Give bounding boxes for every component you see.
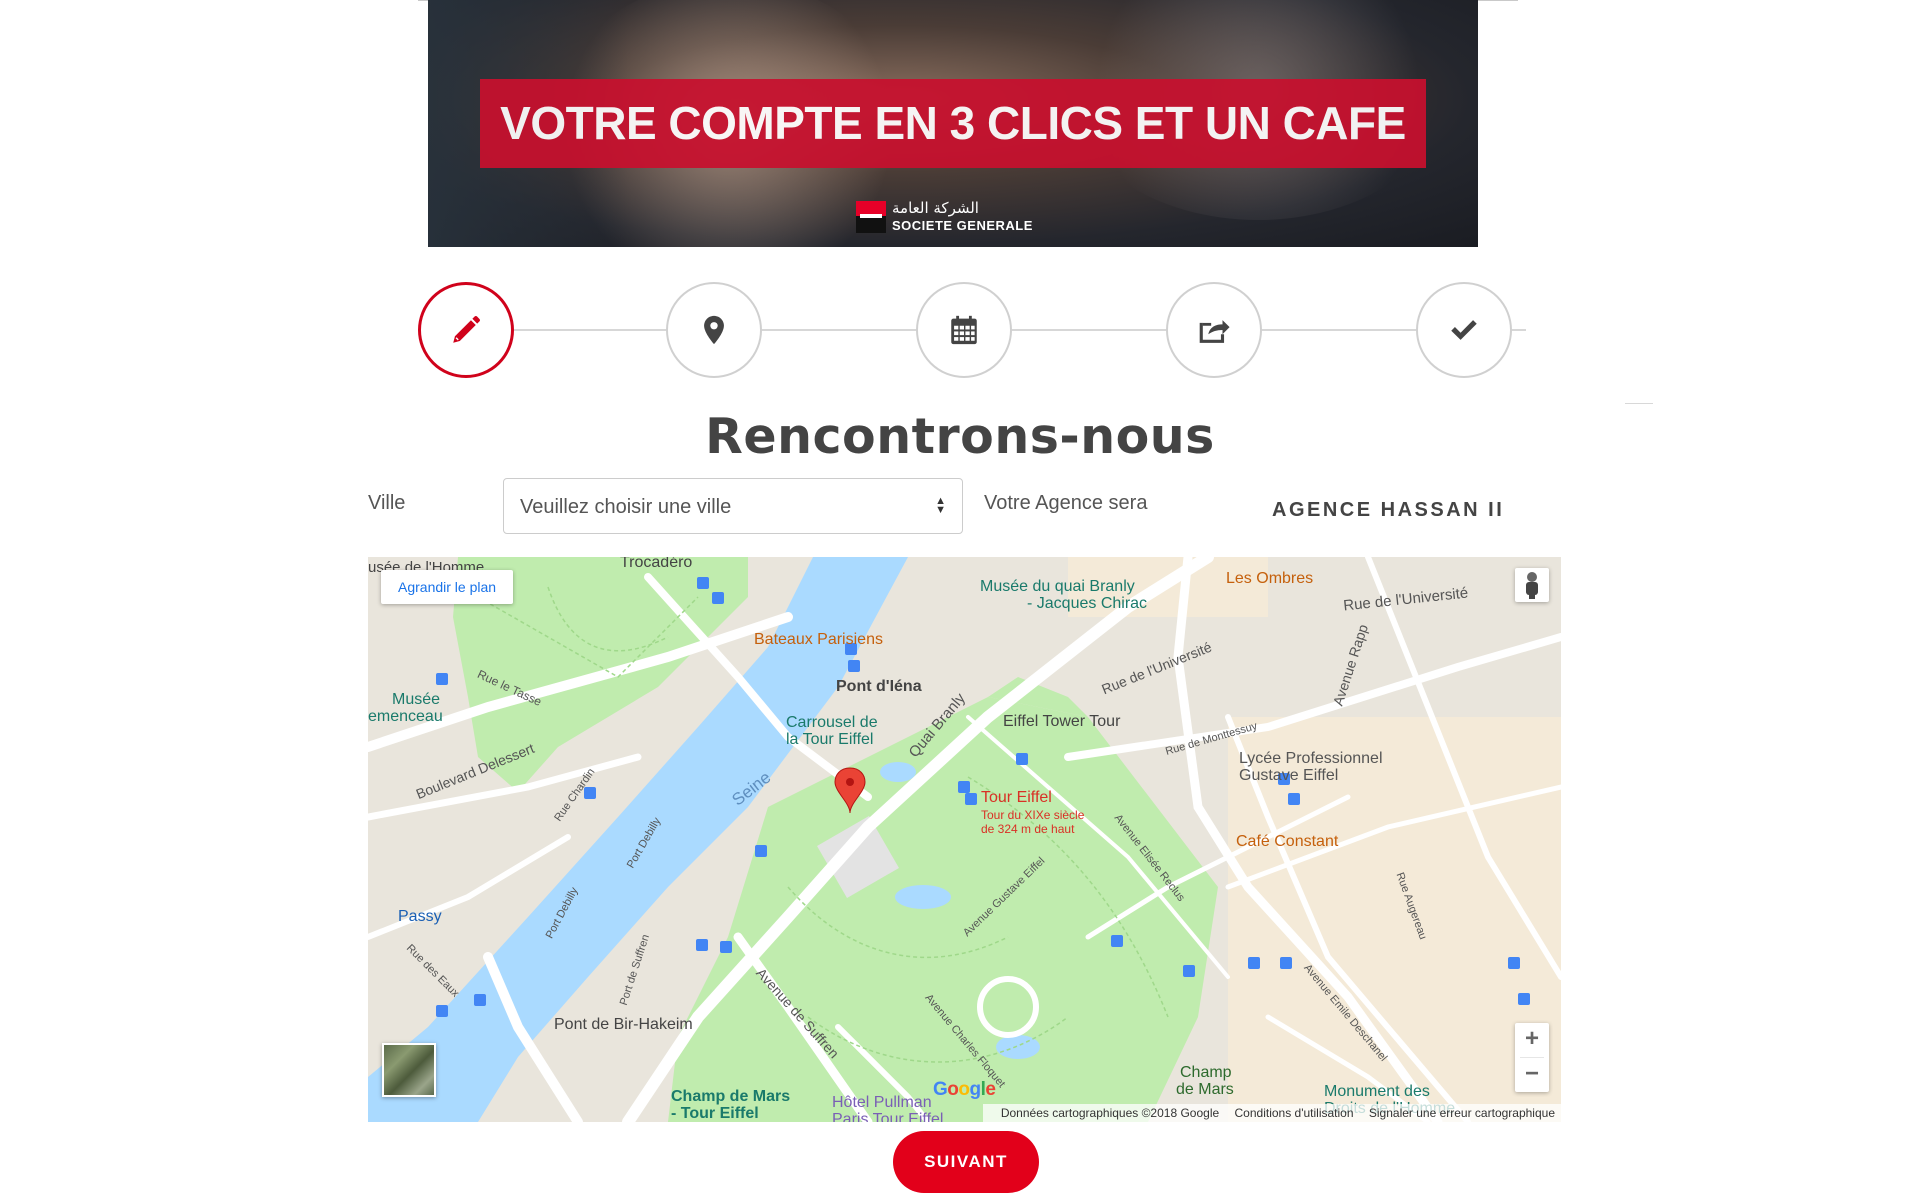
map-label: - Tour Eiffel xyxy=(671,1105,759,1122)
map-label: Musée xyxy=(392,691,441,708)
map-label: Lycée Professionnel xyxy=(1239,750,1383,767)
step-connector xyxy=(512,329,666,331)
select-arrows-icon: ▲ ▼ xyxy=(935,495,946,516)
societe-generale-logo-mark xyxy=(856,201,886,233)
street-view-pegman-icon[interactable] xyxy=(1515,568,1549,602)
brand-name: SOCIETE GENERALE xyxy=(892,218,1033,233)
zoom-out-button[interactable]: − xyxy=(1515,1058,1549,1092)
map-label: Gustave Eiffel xyxy=(1239,767,1339,784)
progress-steps xyxy=(416,282,1526,378)
step-connector xyxy=(1012,329,1166,331)
map-label: Monument des xyxy=(1324,1083,1430,1100)
map-label: Les Ombres xyxy=(1226,570,1314,587)
promo-banner: VOTRE COMPTE EN 3 CLICS ET UN CAFE الشرك… xyxy=(428,0,1478,247)
brand-name-arabic: الشركة العامة xyxy=(892,199,979,217)
expand-map-button[interactable]: Agrandir le plan xyxy=(381,570,514,604)
step-connector xyxy=(1262,329,1416,331)
map-label: Bateaux Parisiens xyxy=(754,631,883,648)
map-label: Pont d'Iéna xyxy=(836,678,922,695)
city-select-value: Veuillez choisir une ville xyxy=(520,496,732,518)
banner-title: VOTRE COMPTE EN 3 CLICS ET UN CAFE xyxy=(480,79,1426,168)
marker-subtitle: Tour du XIXe siècle xyxy=(981,808,1085,822)
marker-title: Tour Eiffel xyxy=(981,789,1052,806)
map-label: Pont de Bir-Hakeim xyxy=(554,1016,693,1033)
map-label: Hôtel Pullman xyxy=(832,1094,932,1111)
societe-generale-logo: الشركة العامة SOCIETE GENERALE xyxy=(856,199,1056,237)
step-connector xyxy=(762,329,916,331)
step-personal-info[interactable] xyxy=(418,282,514,378)
check-icon xyxy=(1451,320,1477,340)
calendar-icon xyxy=(951,315,977,345)
map-marker-icon xyxy=(704,315,724,345)
next-button[interactable]: SUIVANT xyxy=(893,1131,1039,1193)
map-attribution: Données cartographiques ©2018 Google Con… xyxy=(982,1104,1561,1122)
agency-value: AGENCE HASSAN II xyxy=(1272,499,1505,521)
step-location[interactable] xyxy=(666,282,762,378)
map-label: Paris Tour Eiffel xyxy=(832,1111,944,1122)
map-label: de Mars xyxy=(1176,1081,1234,1098)
map-data-credit: Données cartographiques ©2018 Google xyxy=(1000,1106,1220,1120)
map-label: Champ de Mars xyxy=(671,1088,791,1105)
divider xyxy=(1625,403,1653,404)
map-label: Café Constant xyxy=(1236,833,1339,850)
share-icon xyxy=(1199,320,1230,343)
map-label: - Jacques Chirac xyxy=(1027,595,1148,612)
zoom-in-button[interactable]: + xyxy=(1515,1023,1549,1057)
map-label: la Tour Eiffel xyxy=(786,731,874,748)
satellite-view-toggle[interactable] xyxy=(382,1043,436,1097)
map-label: Trocadéro xyxy=(620,557,693,571)
step-connector xyxy=(1512,329,1526,331)
step-confirm[interactable] xyxy=(1416,282,1512,378)
map-label: Musée du quai Branly xyxy=(980,578,1135,595)
google-logo: Google xyxy=(933,1079,996,1100)
city-label: Ville xyxy=(368,492,406,514)
map-label: Passy xyxy=(398,908,442,925)
map-label: Carrousel de xyxy=(786,714,878,731)
agency-label: Votre Agence sera xyxy=(984,492,1148,514)
google-map[interactable]: usée de l'Homme Trocadéro Musée du quai … xyxy=(368,557,1561,1122)
step-send[interactable] xyxy=(1166,282,1262,378)
report-error-link[interactable]: Signaler une erreur cartographique xyxy=(1369,1106,1555,1120)
marker-subtitle: de 324 m de haut xyxy=(981,822,1075,836)
zoom-controls: + − xyxy=(1515,1023,1549,1092)
map-label: emenceau xyxy=(368,708,443,725)
terms-link[interactable]: Conditions d'utilisation xyxy=(1235,1106,1354,1120)
step-appointment[interactable] xyxy=(916,282,1012,378)
pencil-icon xyxy=(453,316,480,343)
map-label: Eiffel Tower Tour xyxy=(1003,713,1121,730)
city-select[interactable]: Veuillez choisir une ville ▲ ▼ xyxy=(503,478,963,534)
map-label: Champ xyxy=(1180,1064,1232,1081)
page-title: Rencontrons-nous xyxy=(705,408,1215,465)
